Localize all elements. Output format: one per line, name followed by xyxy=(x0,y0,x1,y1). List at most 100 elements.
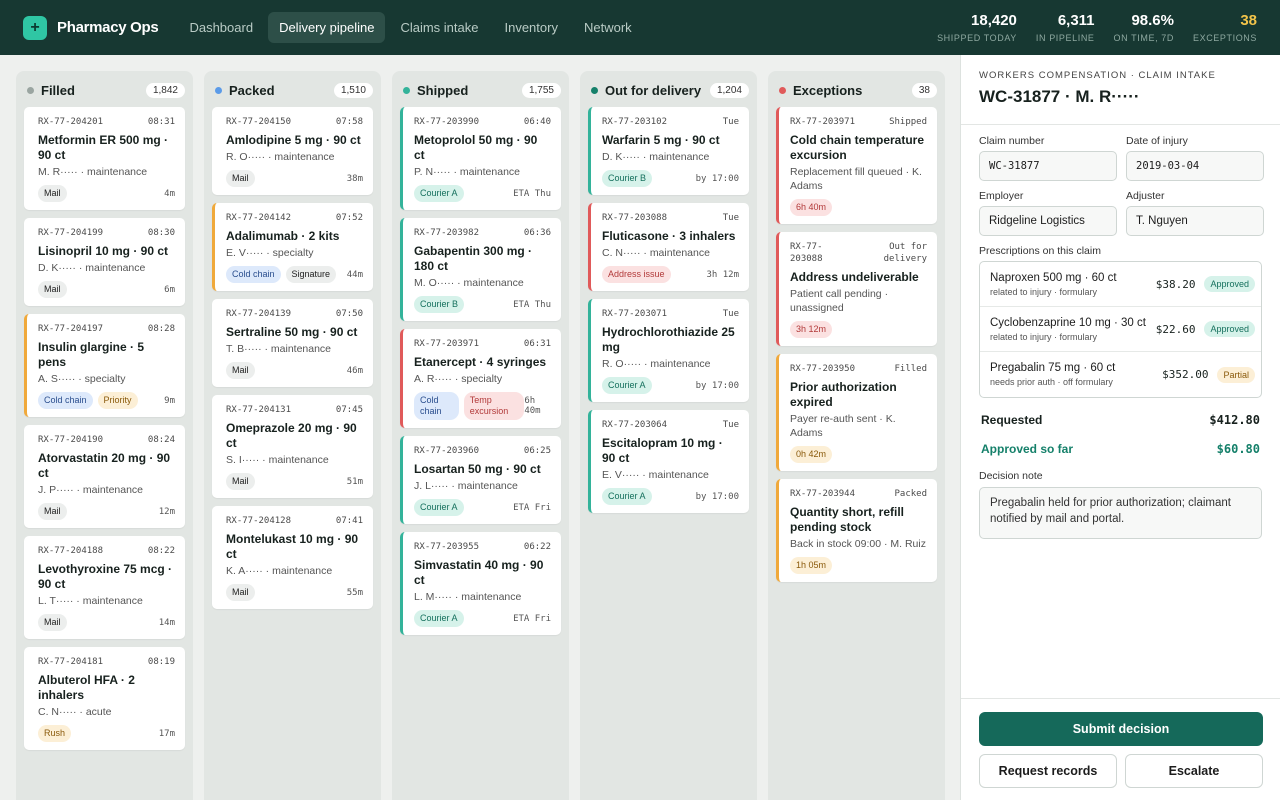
card-meta: 6m xyxy=(164,284,175,295)
pipeline-card[interactable]: RX-77-203971 Shipped Cold chain temperatur… xyxy=(776,107,937,224)
date-of-injury-input[interactable] xyxy=(1126,151,1264,181)
card-meta: ETA Thu xyxy=(513,299,551,310)
pipeline-card[interactable]: RX-77-204188 08:22 Levothyroxine 75 mcg · … xyxy=(24,536,185,639)
tag-list: Cold chain Temp excursion xyxy=(414,392,525,420)
card-time: Tue xyxy=(722,117,739,127)
card-title: Atorvastatin 20 mg · 90 ct xyxy=(38,451,171,480)
stat-on-time: 98.6% ON TIME, 7D xyxy=(1114,12,1174,43)
pipeline-card[interactable]: RX-77-203088 Out for delivery Address unde… xyxy=(776,232,937,346)
card-time: 08:30 xyxy=(147,228,175,238)
status-dot xyxy=(215,86,222,94)
pipeline-card[interactable]: RX-77-203955 06:22 Simvastatin 40 mg · 90 … xyxy=(400,532,561,635)
rx-number: RX-77-204188 xyxy=(38,546,104,556)
tag: Courier A xyxy=(414,610,464,627)
card-time: 06:36 xyxy=(523,228,551,238)
decision-note-field[interactable]: Pregabalin held for prior authorization;… xyxy=(979,487,1262,539)
pipeline-card[interactable]: RX-77-203971 06:31 Etanercept · 4 syringes… xyxy=(400,329,561,428)
adjuster-input[interactable] xyxy=(1126,206,1264,236)
pipeline-card[interactable]: RX-77-203982 06:36 Gabapentin 300 mg · 180… xyxy=(400,218,561,321)
submit-decision-button[interactable]: Submit decision xyxy=(979,712,1263,746)
requested-label: Requested xyxy=(981,413,1043,427)
prescription-row[interactable]: Pregabalin 75 mg · 60 ct needs prior aut… xyxy=(980,352,1261,397)
card-time: 07:41 xyxy=(335,516,363,526)
approved-label: Approved so far xyxy=(981,442,1074,456)
prescription-row[interactable]: Naproxen 500 mg · 60 ct related to injur… xyxy=(980,262,1261,307)
pipeline-card[interactable]: RX-77-204150 07:58 Amlodipine 5 mg · 90 ct… xyxy=(212,107,373,195)
column-header: Packed 1,510 xyxy=(212,79,373,101)
tag-list: Mail xyxy=(38,185,67,202)
nav-tab-dashboard[interactable]: Dashboard xyxy=(178,12,264,43)
app-name: Pharmacy Ops xyxy=(57,19,159,36)
pipeline-card[interactable]: RX-77-203071 Tue Hydrochlorothiazide 25 mg… xyxy=(588,299,749,402)
card-subtitle: Patient call pending · unassigned xyxy=(790,288,889,314)
column-packed: Packed 1,510 RX-77-204150 07:58 Amlodipine 5… xyxy=(204,71,381,800)
rx-price: $352.00 xyxy=(1162,368,1209,381)
pipeline-card[interactable]: RX-77-204201 08:31 Metformin ER 500 mg · 9… xyxy=(24,107,185,210)
card-meta: 44m xyxy=(346,269,363,280)
rx-number: RX-77-203960 xyxy=(414,446,480,456)
card-meta: 12m xyxy=(158,506,175,517)
pipeline-card[interactable]: RX-77-203064 Tue Escitalopram 10 mg · 90 c… xyxy=(588,410,749,513)
pipeline-card[interactable]: RX-77-203960 06:25 Losartan 50 mg · 90 ct J… xyxy=(400,436,561,524)
column-header: Exceptions 38 xyxy=(776,79,937,101)
pipeline-card[interactable]: RX-77-204139 07:50 Sertraline 50 mg · 90 c… xyxy=(212,299,373,387)
claim-number-input[interactable] xyxy=(979,151,1117,181)
card-time: Shipped xyxy=(889,117,927,127)
card-subtitle: D. K····· · maintenance xyxy=(38,262,146,274)
card-title: Levothyroxine 75 mcg · 90 ct xyxy=(38,562,173,591)
tag-list: Mail xyxy=(38,503,67,520)
adjuster-label: Adjuster xyxy=(1126,190,1165,202)
kpi-stats: 18,420 SHIPPED TODAY 6,311 IN PIPELINE 9… xyxy=(937,12,1257,43)
rx-number: RX-77-203950 xyxy=(790,364,856,374)
pipeline-card[interactable]: RX-77-204128 07:41 Montelukast 10 mg · 90 … xyxy=(212,506,373,609)
employer-input[interactable] xyxy=(979,206,1117,236)
rx-number: RX-77-204131 xyxy=(226,405,292,415)
rx-name: Pregabalin 75 mg · 60 ct xyxy=(990,362,1116,374)
nav-tab-claims-intake[interactable]: Claims intake xyxy=(389,12,489,43)
nav-tab-delivery-pipeline[interactable]: Delivery pipeline xyxy=(268,12,386,43)
tag: Mail xyxy=(226,473,255,490)
nav-tab-network[interactable]: Network xyxy=(573,12,643,43)
tag-list: 1h 05m xyxy=(790,557,833,574)
card-meta: 6h 40m xyxy=(524,396,541,416)
pipeline-card[interactable]: RX-77-204181 08:19 Albuterol HFA · 2 inhal… xyxy=(24,647,185,750)
escalate-button[interactable]: Escalate xyxy=(1125,754,1263,788)
request-records-button[interactable]: Request records xyxy=(979,754,1117,788)
tag: Temp excursion xyxy=(463,392,525,420)
tag: Courier A xyxy=(414,499,464,516)
tag: Priority xyxy=(97,392,138,409)
tag-list: Mail xyxy=(226,584,255,601)
card-subtitle: L. T····· · maintenance xyxy=(38,595,143,607)
rx-number: RX-77-203102 xyxy=(602,117,668,127)
card-title: Amlodipine 5 mg · 90 ct xyxy=(226,133,361,147)
pipeline-card[interactable]: RX-77-203990 06:40 Metoprolol 50 mg · 90 c… xyxy=(400,107,561,210)
card-meta: 46m xyxy=(346,365,363,376)
card-meta: ETA Thu xyxy=(513,188,551,199)
requested-total: Requested $412.80 xyxy=(979,413,1262,427)
pipeline-card[interactable]: RX-77-203950 Filled Prior authorization ex… xyxy=(776,354,937,471)
stat-value: 18,420 xyxy=(971,12,1017,29)
pipeline-card[interactable]: RX-77-204197 08:28 Insulin glargine · 5 pe… xyxy=(24,314,185,417)
pipeline-card[interactable]: RX-77-204199 08:30 Lisinopril 10 mg · 90 c… xyxy=(24,218,185,306)
status-badge: Approved xyxy=(1204,276,1255,292)
tag: Courier A xyxy=(414,185,464,202)
pipeline-card[interactable]: RX-77-203102 Tue Warfarin 5 mg · 90 ct D. K… xyxy=(588,107,749,195)
card-time: 08:22 xyxy=(147,546,175,556)
rx-note: related to injury · formulary xyxy=(990,286,1098,297)
prescription-row[interactable]: Cyclobenzaprine 10 mg · 30 ct related to… xyxy=(980,307,1261,352)
top-bar: + Pharmacy Ops Dashboard Delivery pipeli… xyxy=(0,0,1280,55)
pipeline-card[interactable]: RX-77-203088 Tue Fluticasone · 3 inhalers C… xyxy=(588,203,749,291)
pipeline-card[interactable]: RX-77-204142 07:52 Adalimumab · 2 kits E. V… xyxy=(212,203,373,291)
nav-tab-inventory[interactable]: Inventory xyxy=(493,12,568,43)
pipeline-card[interactable]: RX-77-204190 08:24 Atorvastatin 20 mg · 90… xyxy=(24,425,185,528)
rx-number: RX-77-203944 xyxy=(790,489,856,499)
column-title: Out for delivery xyxy=(605,82,702,98)
pipeline-card[interactable]: RX-77-203944 Packed Quantity short, refill… xyxy=(776,479,937,582)
card-time: Packed xyxy=(894,489,927,499)
rx-number: RX-77-204190 xyxy=(38,435,104,445)
rx-number: RX-77-204197 xyxy=(38,324,104,334)
approved-value: $60.80 xyxy=(1216,442,1260,456)
rx-number: RX-77-203971 xyxy=(414,339,480,349)
pipeline-card[interactable]: RX-77-204131 07:45 Omeprazole 20 mg · 90 c… xyxy=(212,395,373,498)
status-dot xyxy=(779,86,786,94)
